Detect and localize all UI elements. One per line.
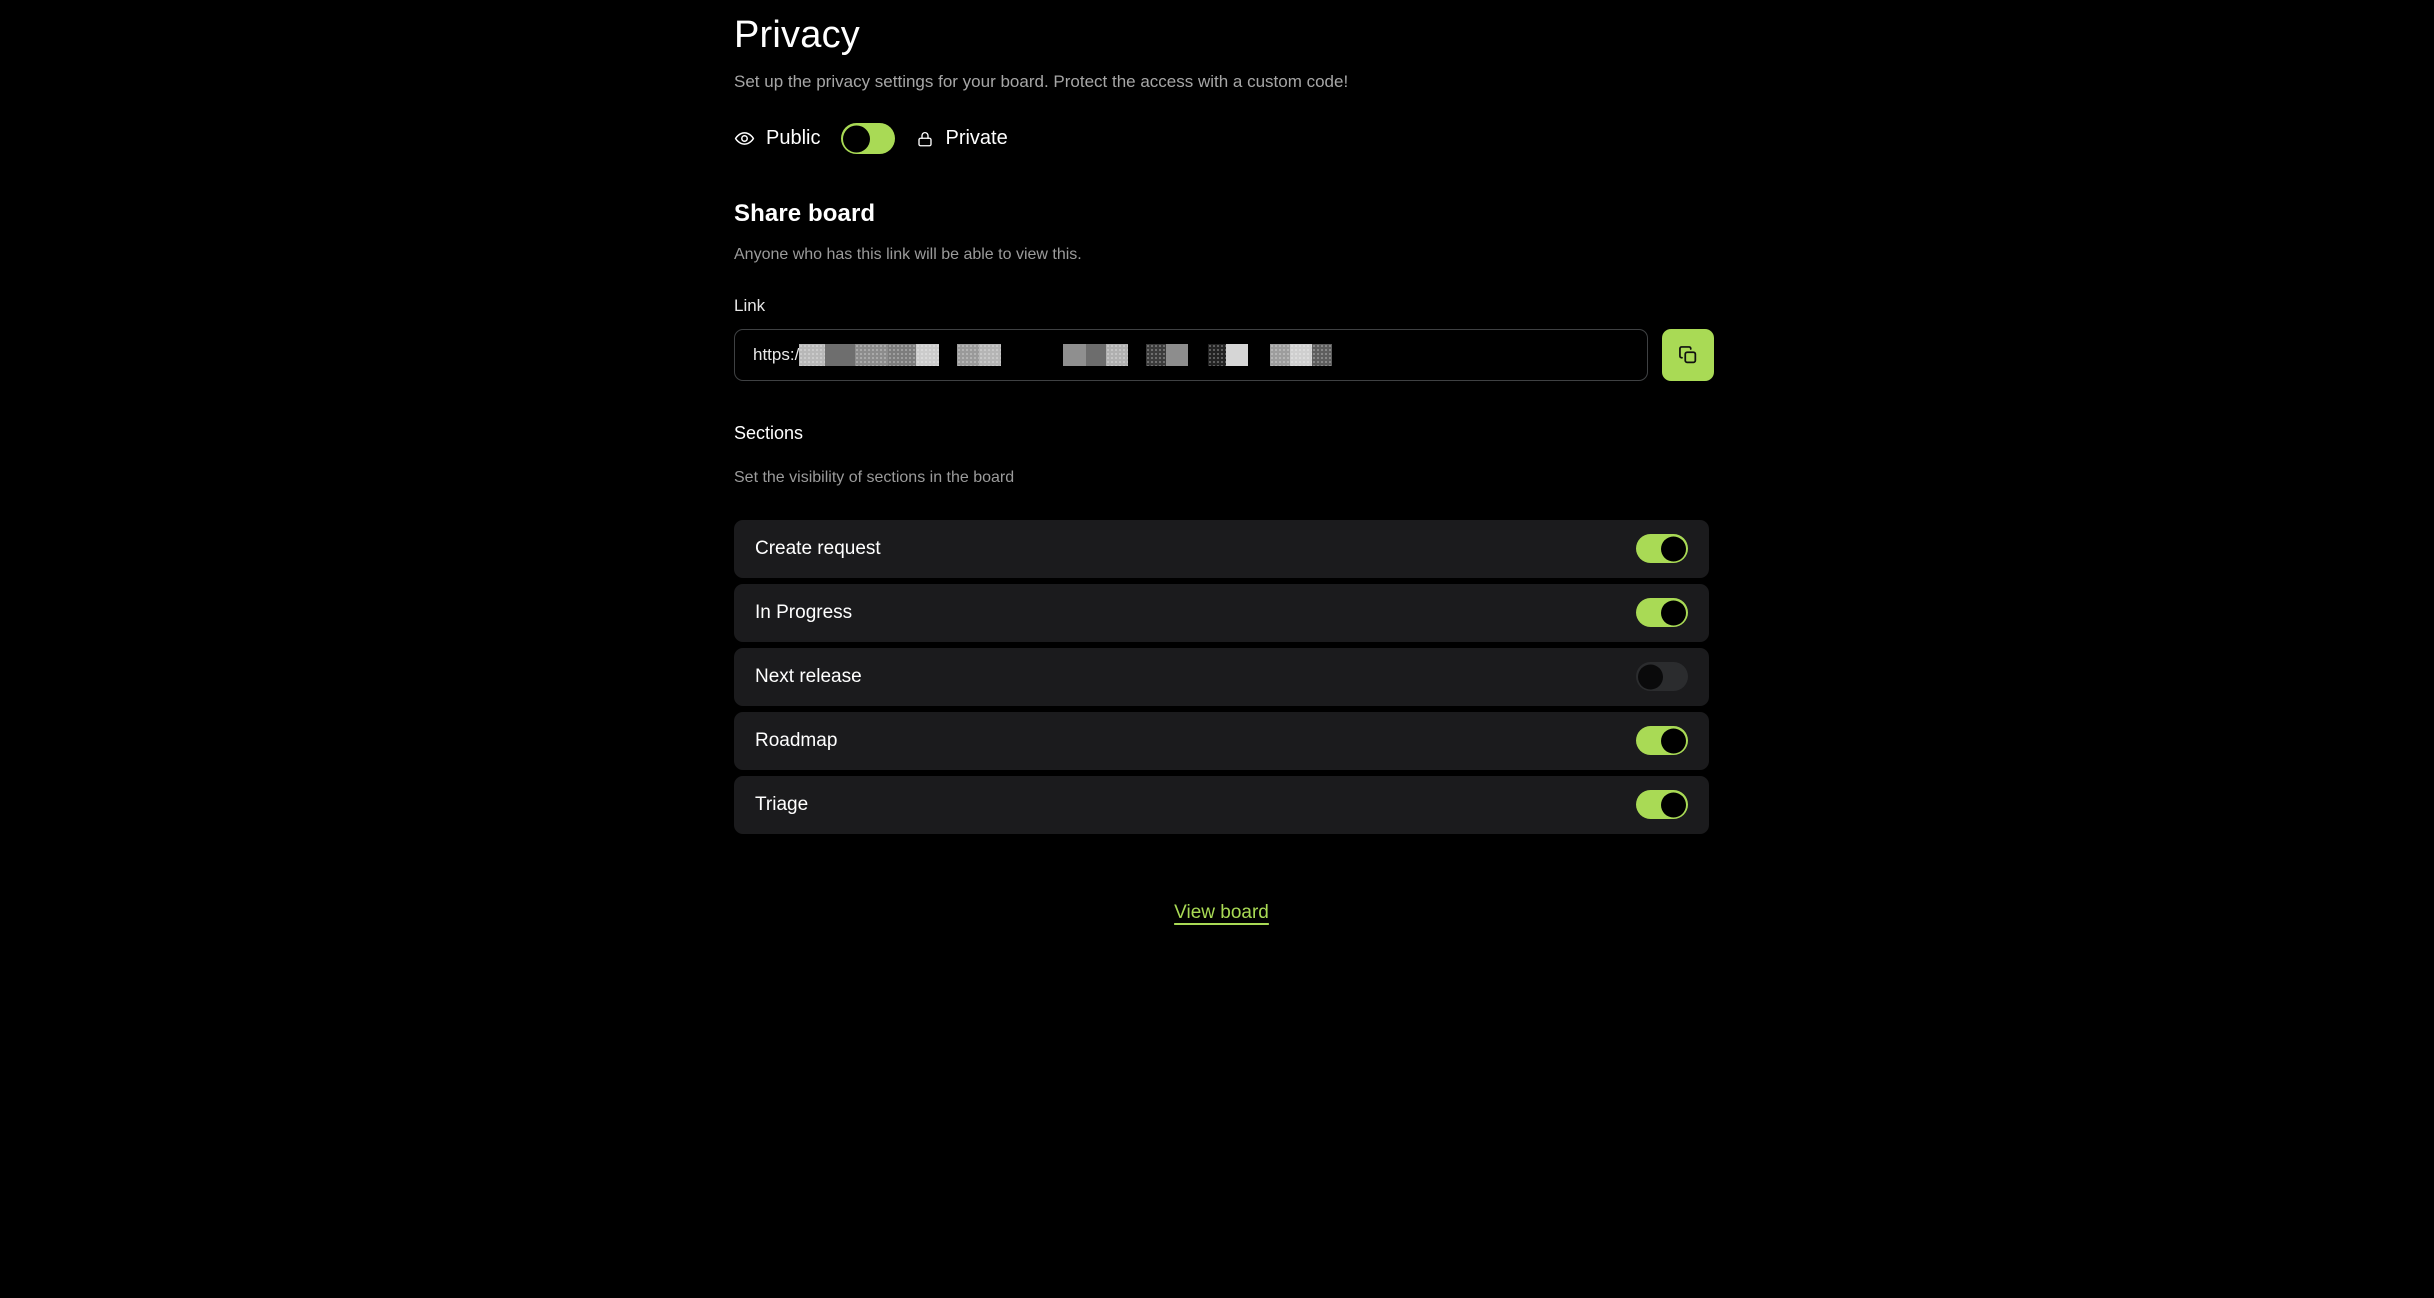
privacy-settings-page: Privacy Set up the privacy settings for … [0,0,2434,1298]
redacted-block [1001,343,1064,366]
section-name: In Progress [755,601,853,623]
page-subtitle: Set up the privacy settings for your boa… [734,71,1349,91]
section-row[interactable]: Next release [734,647,1709,706]
section-visibility-toggle[interactable] [1636,534,1688,564]
redacted-block [1128,343,1147,366]
public-option[interactable]: Public [734,127,820,150]
redacted-block [1063,343,1087,366]
section-name: Next release [755,665,862,687]
share-link-text: https:/ [753,344,800,364]
view-board-wrap: View board [734,902,1709,924]
section-visibility-toggle[interactable] [1636,790,1688,820]
redacted-block [1208,343,1227,366]
section-row[interactable]: Triage [734,775,1709,834]
redacted-block [939,343,958,366]
content-column: Privacy Set up the privacy settings for … [734,0,1714,924]
section-visibility-toggle[interactable] [1636,726,1688,756]
section-row[interactable]: In Progress [734,583,1709,642]
public-label: Public [766,127,821,150]
toggle-knob [1661,792,1686,818]
privacy-toggle-knob [843,125,871,153]
redacted-block [799,343,826,366]
toggle-knob [1661,600,1686,626]
redacted-block [916,343,940,366]
redacted-block [979,343,1002,366]
redacted-block [1312,343,1333,366]
lock-icon [916,129,934,149]
sections-list: Create request In Progress Next release Roa… [734,519,1709,834]
toggle-knob [1638,664,1663,690]
page-title: Privacy [734,14,860,56]
section-visibility-toggle[interactable] [1636,662,1688,692]
sections-label: Sections [734,422,804,443]
private-label: Private [945,127,1008,150]
view-board-link[interactable]: View board [1174,902,1269,924]
redacted-block [1146,343,1167,366]
section-visibility-toggle[interactable] [1636,598,1688,628]
link-row: https:/ [734,328,1714,381]
redacted-block [855,343,889,366]
redacted-block [957,343,980,366]
redacted-block [1188,343,1209,366]
link-field-label: Link [734,295,766,315]
section-name: Roadmap [755,729,838,751]
section-name: Create request [755,537,881,559]
redacted-block [825,343,856,366]
share-link-input[interactable]: https:/ [734,328,1648,381]
section-name: Triage [755,793,809,815]
section-row[interactable]: Create request [734,519,1709,578]
redacted-block [1290,343,1313,366]
redacted-link-blocks [799,343,1333,366]
toggle-knob [1661,728,1686,754]
eye-icon [734,128,755,149]
redacted-block [1226,343,1249,366]
redacted-block [1270,343,1291,366]
redacted-block [888,343,917,366]
redacted-block [1248,343,1271,366]
redacted-block [1086,343,1107,366]
copy-link-button[interactable] [1662,328,1714,381]
toggle-knob [1661,536,1686,562]
redacted-block [1166,343,1189,366]
sections-note: Set the visibility of sections in the bo… [734,468,1015,486]
redacted-block [1106,343,1129,366]
copy-icon [1677,344,1699,366]
private-option[interactable]: Private [916,127,1008,150]
share-board-heading: Share board [734,199,876,227]
section-row[interactable]: Roadmap [734,711,1709,770]
privacy-toggle[interactable] [841,123,896,155]
share-board-note: Anyone who has this link will be able to… [734,245,1082,263]
privacy-mode-switch: Public Private [734,122,1714,156]
